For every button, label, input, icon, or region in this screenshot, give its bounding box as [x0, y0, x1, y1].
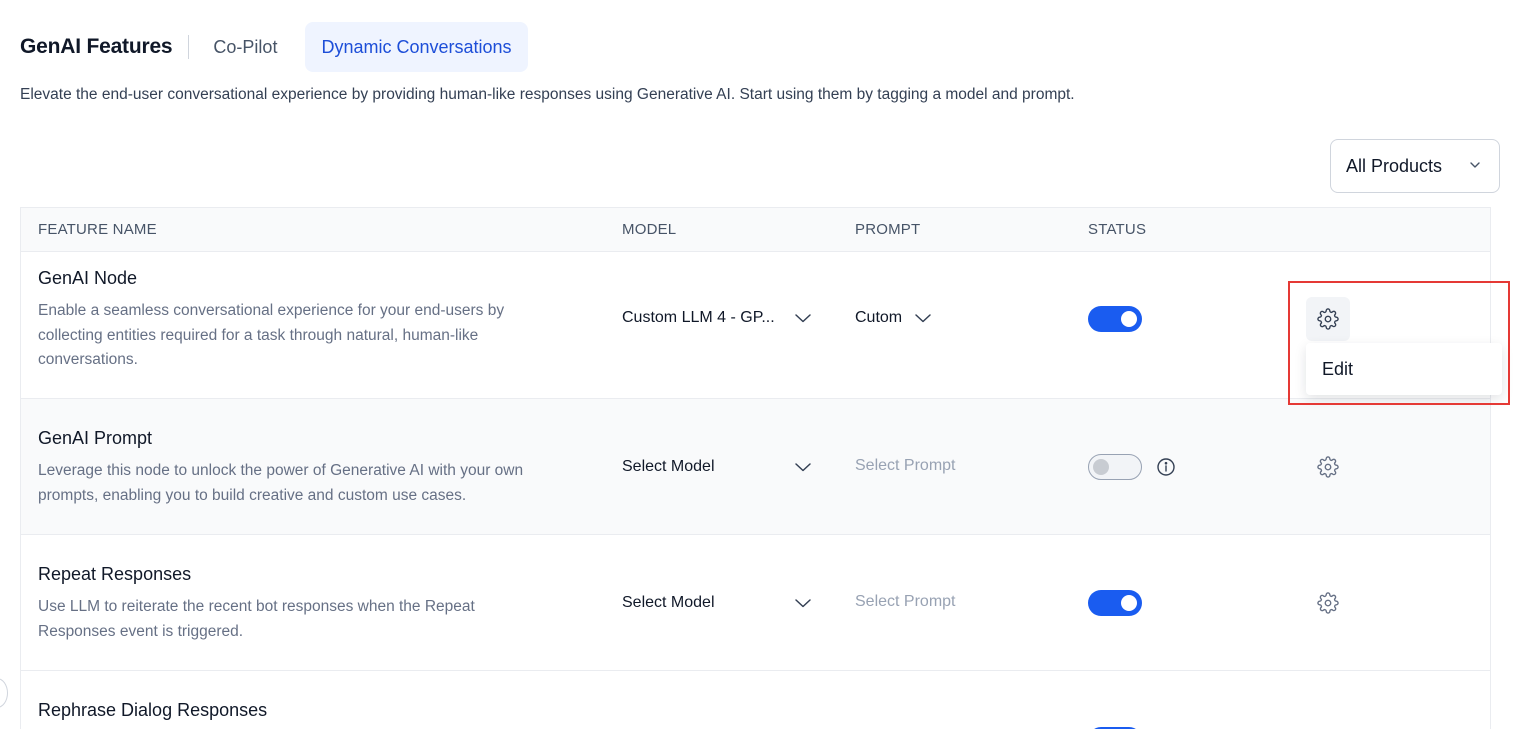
page-header: GenAI Features Co-Pilot Dynamic Conversa… — [20, 22, 528, 72]
settings-gear-button[interactable] — [1306, 297, 1350, 341]
feature-description-line: Responses event is triggered. — [38, 622, 244, 640]
table-row: Repeat Responses Use LLM to reiterate th… — [21, 535, 1490, 671]
feature-description: Enable a seamless conversational experie… — [38, 299, 598, 373]
model-select-value: Select Model — [622, 458, 715, 475]
table-row: GenAI Node Enable a seamless conversatio… — [21, 252, 1490, 399]
prompt-select-value: Cutom — [855, 309, 903, 326]
toggle-knob — [1121, 311, 1137, 327]
tab-co-pilot[interactable]: Co-Pilot — [197, 22, 293, 72]
status-toggle[interactable] — [1088, 454, 1142, 480]
prompt-select-placeholder: Select Prompt — [855, 457, 956, 474]
model-select-value: Custom LLM 4 - GP... — [622, 309, 775, 326]
column-header-prompt: PROMPT — [855, 221, 921, 238]
chevron-down-icon — [915, 314, 931, 323]
settings-gear-button[interactable] — [1317, 592, 1339, 614]
page-title: GenAI Features — [20, 35, 173, 58]
feature-description-line: prompts, enabling you to build creative … — [38, 486, 467, 504]
prompt-select-placeholder: Select Prompt — [855, 593, 956, 610]
chevron-down-icon — [795, 463, 811, 472]
feature-name: Repeat Responses — [38, 564, 192, 584]
title-divider — [188, 35, 190, 59]
model-select-value: Select Model — [622, 594, 715, 611]
gear-icon — [1317, 592, 1339, 614]
features-table: FEATURE NAME MODEL PROMPT STATUS GenAI N… — [20, 207, 1491, 729]
gear-icon — [1317, 456, 1339, 478]
chevron-down-icon — [795, 599, 811, 608]
prompt-select[interactable]: Select Prompt — [855, 457, 955, 475]
product-filter-value: All Products — [1346, 155, 1443, 176]
feature-name: GenAI Prompt — [38, 428, 153, 448]
feature-description-line: Enable a seamless conversational experie… — [38, 302, 505, 319]
table-row: GenAI Prompt Leverage this node to unloc… — [21, 399, 1490, 535]
menu-item-edit[interactable]: Edit — [1322, 359, 1353, 380]
status-toggle[interactable] — [1088, 306, 1142, 332]
status-toggle[interactable] — [1088, 590, 1142, 616]
feature-name: Rephrase Dialog Responses — [38, 700, 268, 720]
column-header-feature-name: FEATURE NAME — [38, 221, 157, 238]
feature-description: Use LLM to reiterate the recent bot resp… — [38, 595, 598, 644]
chevron-down-icon — [1470, 162, 1480, 168]
model-select[interactable]: Custom LLM 4 - GP... — [622, 309, 812, 327]
prompt-select[interactable]: Select Prompt — [855, 593, 955, 611]
table-row: Rephrase Dialog Responses — [21, 671, 1490, 729]
column-header-status: STATUS — [1088, 221, 1147, 238]
column-header-model: MODEL — [622, 221, 677, 238]
toggle-knob — [1093, 459, 1109, 475]
page-description: Elevate the end-user conversational expe… — [20, 86, 1075, 103]
feature-description-line: Use LLM to reiterate the recent bot resp… — [38, 598, 475, 615]
context-menu-edit[interactable]: Edit — [1306, 343, 1502, 395]
prompt-select[interactable]: Cutom — [855, 309, 932, 327]
model-select[interactable]: Select Model — [622, 594, 812, 612]
table-header: FEATURE NAME MODEL PROMPT STATUS — [21, 208, 1490, 252]
toggle-knob — [1121, 595, 1137, 611]
feature-name: GenAI Node — [38, 268, 138, 288]
sidebar-collapse-handle[interactable] — [0, 678, 8, 708]
feature-description-line: Leverage this node to unlock the power o… — [38, 462, 524, 479]
model-select[interactable]: Select Model — [622, 458, 812, 476]
product-filter-select[interactable]: All Products — [1330, 139, 1500, 193]
feature-description: Leverage this node to unlock the power o… — [38, 459, 598, 508]
settings-gear-button[interactable] — [1317, 456, 1339, 478]
feature-description-line: collecting entities required for a task … — [38, 326, 479, 344]
chevron-down-icon — [795, 314, 811, 323]
gear-icon — [1317, 308, 1339, 330]
info-icon[interactable] — [1156, 457, 1176, 477]
tab-dynamic-conversations[interactable]: Dynamic Conversations — [305, 22, 528, 72]
feature-description-line: conversations. — [38, 351, 138, 368]
